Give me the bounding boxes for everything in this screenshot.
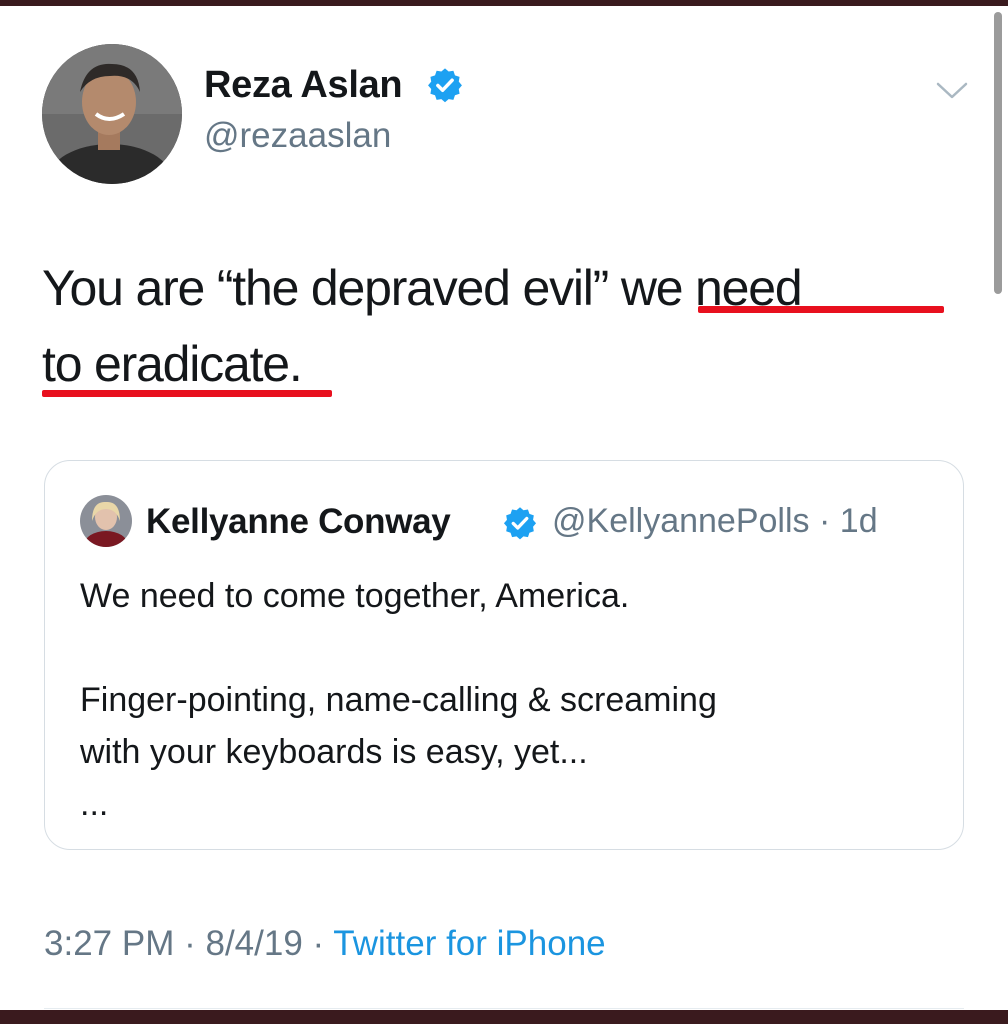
scrollbar[interactable] [994,12,1002,294]
window-frame-bottom [0,1010,1008,1024]
tweet-source-link[interactable]: Twitter for iPhone [333,924,605,963]
tweet-text-end: . [288,336,303,392]
divider [44,1008,964,1009]
quoted-author-name: Kellyanne Conway [146,502,451,541]
quoted-tweet-age: 1d [839,502,878,540]
quoted-author-handle: @KellyannePolls [552,502,810,540]
verified-badge-icon [503,507,537,540]
quoted-tweet-body: We need to come together, America. Finge… [80,577,717,823]
author-avatar[interactable] [42,44,182,184]
red-underline-annotation [698,306,944,313]
quoted-author-avatar [80,495,132,547]
verified-badge-icon [428,68,462,103]
separator-dot: · [184,924,196,963]
separator-dot: · [312,924,325,963]
quoted-author-handle-and-age: @KellyannePolls · 1d [552,502,878,541]
tweet-date: 8/4/19 [205,924,303,963]
chevron-down-icon[interactable] [934,78,970,102]
author-name[interactable]: Reza Aslan [204,64,403,107]
tweet-text-underlined-2: to eradicate [42,336,290,392]
separator-dot: · [819,502,831,540]
author-handle[interactable]: @rezaaslan [204,116,391,156]
tweet-time: 3:27 PM [44,924,175,963]
window-frame-top [0,0,1008,6]
tweet-meta: 3:27 PM · 8/4/19 · Twitter for iPhone [44,924,606,964]
tweet-text: You are “the depraved evil” we need to er… [42,250,972,402]
red-underline-annotation [42,390,332,397]
tweet-text-plain: You are “the depraved evil” [42,260,621,316]
